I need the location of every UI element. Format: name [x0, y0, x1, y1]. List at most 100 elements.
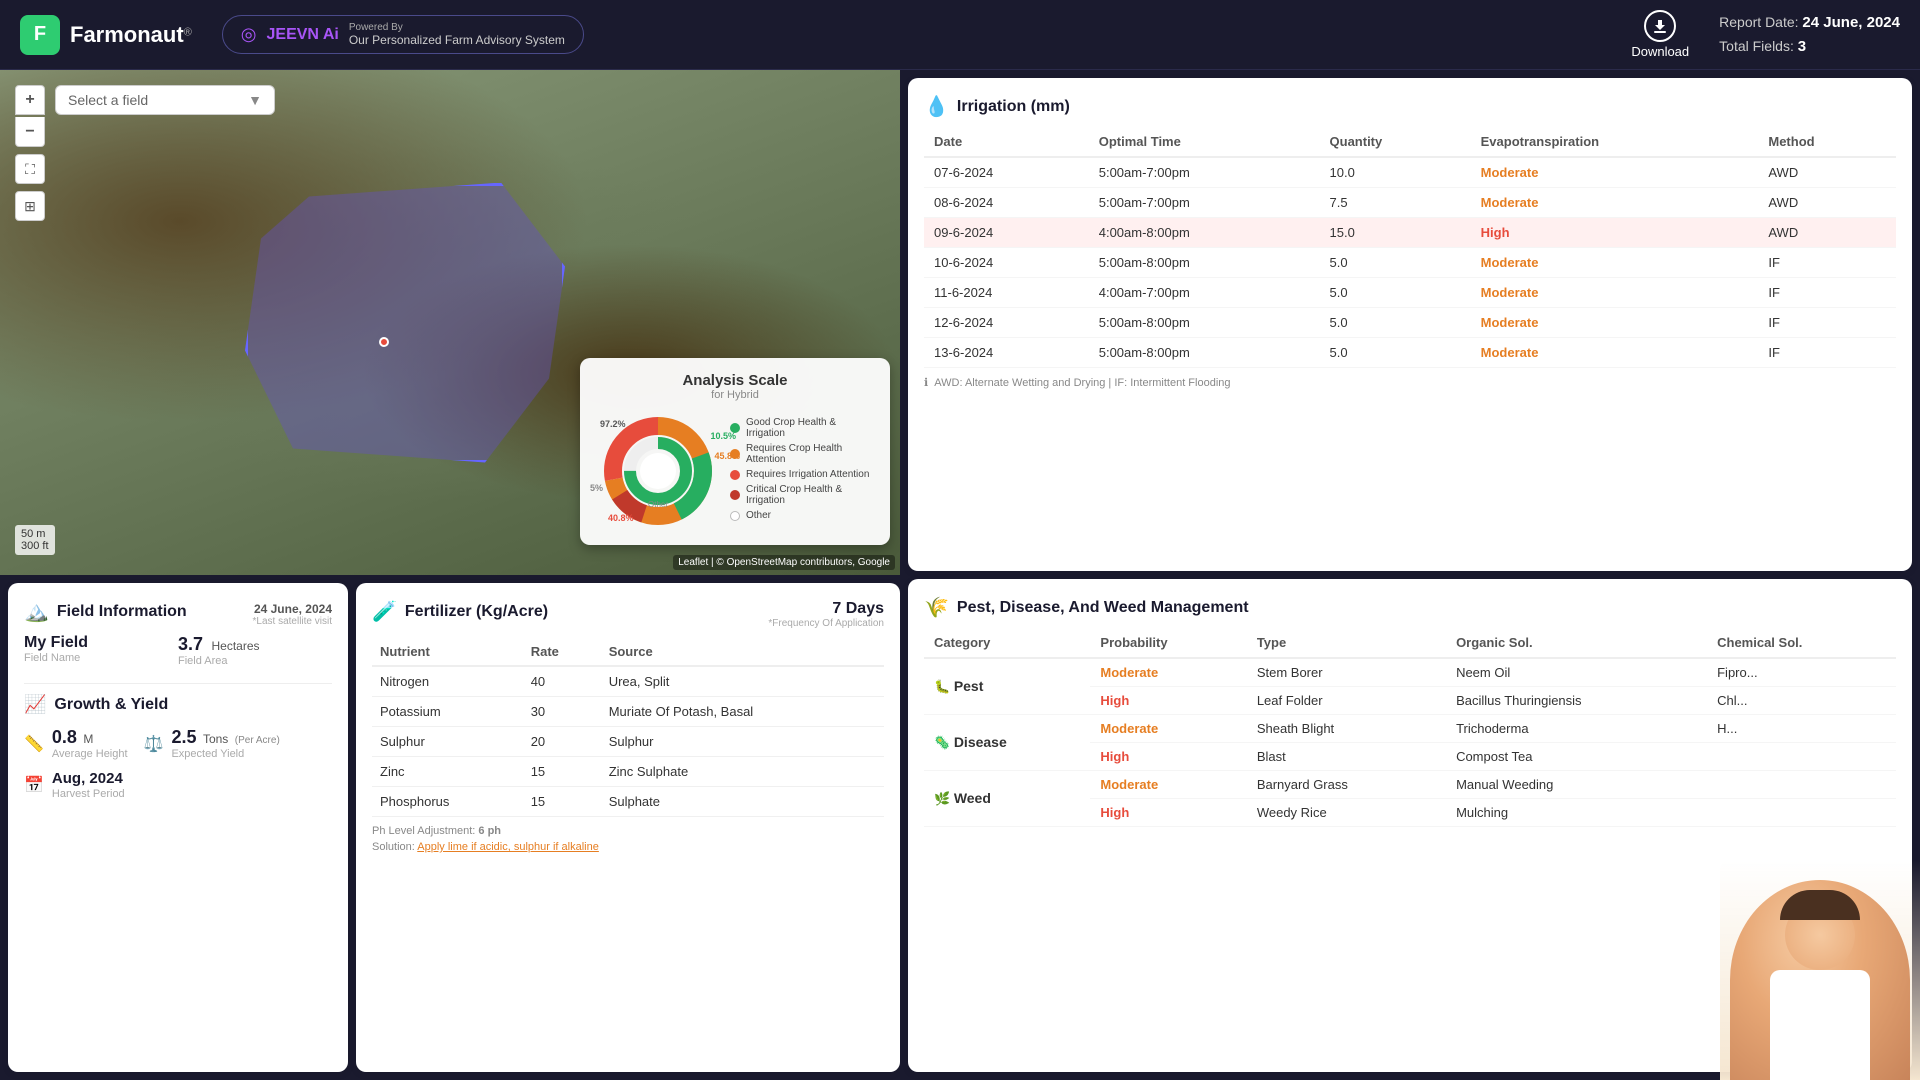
fertilizer-icon: 🧪 — [372, 599, 397, 624]
col-rate: Rate — [523, 638, 601, 666]
fert-nutrient: Zinc — [372, 757, 523, 787]
fertilizer-header-row: Nutrient Rate Source — [372, 638, 884, 666]
pest-prob: Moderate — [1090, 771, 1246, 799]
logo-area: F Farmonaut® — [20, 15, 192, 55]
legend-label-2: Requires Irrigation Attention — [746, 469, 869, 480]
legend-dot-2 — [730, 470, 740, 480]
ph-note-text: Ph Level Adjustment: — [372, 825, 478, 837]
irr-qty: 7.5 — [1320, 188, 1471, 218]
irrigation-icon: 💧 — [924, 94, 949, 119]
height-label: Average Height — [52, 748, 128, 760]
field-info-header: 🏔️ Field Information — [24, 599, 187, 624]
advisory-text: Our Personalized Farm Advisory System — [349, 33, 565, 47]
analysis-scale-overlay: Analysis Scale for Hybrid — [580, 358, 890, 545]
pest-header-row: Category Probability Type Organic Sol. C… — [924, 628, 1896, 658]
donut-chart-container: 97.2% 10.5% 45.8% 5% Other 40.8% — [598, 411, 718, 531]
col-evapotranspiration: Evapotranspiration — [1471, 127, 1759, 157]
zoom-in-button[interactable]: + — [15, 85, 45, 115]
yield-value: 2.5 — [171, 727, 196, 747]
irrigation-header-row: Date Optimal Time Quantity Evapotranspir… — [924, 127, 1896, 157]
fertilizer-table: Nutrient Rate Source Nitrogen 40 Urea, S… — [372, 638, 884, 817]
irrigation-row: 08-6-2024 5:00am-7:00pm 7.5 Moderate AWD — [924, 188, 1896, 218]
pest-row: 🐛 Pest Moderate Stem Borer Neem Oil Fipr… — [924, 658, 1896, 687]
pest-organic: Compost Tea — [1446, 743, 1707, 771]
irr-method: IF — [1758, 248, 1896, 278]
zoom-out-button[interactable]: − — [15, 117, 45, 147]
fullscreen-button[interactable]: ⛶ — [15, 154, 45, 184]
solution-label: Solution: — [372, 841, 415, 853]
ai-avatar — [1720, 860, 1920, 1080]
map-controls: + − ⛶ ⊞ — [15, 85, 45, 221]
irr-date: 12-6-2024 — [924, 308, 1089, 338]
field-area-label: Field Area — [178, 655, 332, 667]
legend-item-3: Critical Crop Health & Irrigation — [730, 484, 872, 506]
height-block: 0.8 M Average Height — [52, 727, 128, 760]
logo-text: Farmonaut® — [70, 22, 192, 48]
map-container[interactable]: + − ⛶ ⊞ Select a field ▼ 50 m 300 ft Lea… — [0, 70, 900, 575]
irr-evap: High — [1471, 218, 1759, 248]
pest-organic: Mulching — [1446, 799, 1707, 827]
irr-time: 5:00am-8:00pm — [1089, 308, 1320, 338]
fertilizer-row: Sulphur 20 Sulphur — [372, 727, 884, 757]
analysis-legend: Good Crop Health & Irrigation Requires C… — [730, 417, 872, 525]
growth-row: 📏 0.8 M Average Height ⚖️ 2.5 Tons (Per … — [24, 727, 332, 760]
pest-type: Barnyard Grass — [1247, 771, 1446, 799]
field-selector-dropdown[interactable]: Select a field ▼ — [55, 85, 275, 115]
pest-type: Weedy Rice — [1247, 799, 1446, 827]
pct-label-105: 10.5% — [710, 431, 736, 441]
irrigation-row: 10-6-2024 5:00am-8:00pm 5.0 Moderate IF — [924, 248, 1896, 278]
col-source: Source — [601, 638, 884, 666]
irr-evap: Moderate — [1471, 157, 1759, 188]
header: F Farmonaut® ◎ JEEVN Ai Powered By Our P… — [0, 0, 1920, 70]
irr-time: 5:00am-8:00pm — [1089, 248, 1320, 278]
divider-1 — [24, 683, 332, 684]
pct-label-5: 5% — [590, 483, 603, 493]
pest-category: 🦠 Disease — [924, 715, 1090, 771]
field-area-unit: Hectares — [211, 639, 259, 653]
legend-item-0: Good Crop Health & Irrigation — [730, 417, 872, 439]
powered-by-block: Powered By Our Personalized Farm Advisor… — [349, 22, 565, 47]
harvest-label: Harvest Period — [52, 788, 125, 800]
irr-date: 13-6-2024 — [924, 338, 1089, 368]
download-button[interactable]: Download — [1631, 10, 1689, 59]
pest-cat-label: Pest — [954, 678, 984, 694]
yield-item: ⚖️ 2.5 Tons (Per Acre) Expected Yield — [144, 727, 280, 760]
pct-label-458: 45.8% — [714, 451, 740, 461]
height-unit: M — [83, 732, 93, 746]
irr-time: 5:00am-7:00pm — [1089, 188, 1320, 218]
report-info: Report Date: 24 June, 2024 Total Fields:… — [1719, 11, 1900, 59]
irrigation-header: 💧 Irrigation (mm) — [924, 94, 1896, 119]
pest-type: Leaf Folder — [1247, 687, 1446, 715]
analysis-scale-title: Analysis Scale — [598, 372, 872, 389]
solution-link[interactable]: Apply lime if acidic, sulphur if alkalin… — [417, 841, 599, 853]
freq-label: *Frequency Of Application — [768, 618, 884, 629]
fert-nutrient: Phosphorus — [372, 787, 523, 817]
field-name-row: My Field Field Name 3.7 Hectares Field A… — [24, 634, 332, 667]
fert-source: Urea, Split — [601, 666, 884, 697]
fertilizer-row: Nitrogen 40 Urea, Split — [372, 666, 884, 697]
growth-yield-title: Growth & Yield — [54, 696, 168, 714]
fertilizer-panel: 🧪 Fertilizer (Kg/Acre) 7 Days *Frequency… — [356, 583, 900, 1072]
main-wrapper: + − ⛶ ⊞ Select a field ▼ 50 m 300 ft Lea… — [0, 70, 1920, 1080]
chevron-down-icon: ▼ — [248, 92, 262, 108]
irr-qty: 5.0 — [1320, 278, 1471, 308]
pest-cat-icon: 🌿 — [934, 791, 950, 806]
col-method: Method — [1758, 127, 1896, 157]
analysis-scale-subtitle: for Hybrid — [598, 389, 872, 401]
scale-info: 50 m 300 ft — [15, 525, 55, 555]
pest-cat-label: Disease — [954, 734, 1007, 750]
irr-method: AWD — [1758, 157, 1896, 188]
fertilizer-title: Fertilizer (Kg/Acre) — [405, 603, 548, 621]
field-name-value: My Field — [24, 634, 178, 652]
pct-label-97: 97.2% — [600, 419, 733, 429]
irr-method: AWD — [1758, 188, 1896, 218]
left-side: + − ⛶ ⊞ Select a field ▼ 50 m 300 ft Lea… — [0, 70, 900, 1080]
fertilizer-row: Phosphorus 15 Sulphate — [372, 787, 884, 817]
ph-note: Ph Level Adjustment: 6 ph — [372, 825, 884, 837]
col-type: Type — [1247, 628, 1446, 658]
irr-time: 5:00am-7:00pm — [1089, 157, 1320, 188]
avatar-image — [1730, 880, 1910, 1080]
layer-button[interactable]: ⊞ — [15, 191, 45, 221]
field-polygon-overlay — [245, 183, 565, 463]
report-date-label: Report Date: — [1719, 14, 1798, 30]
